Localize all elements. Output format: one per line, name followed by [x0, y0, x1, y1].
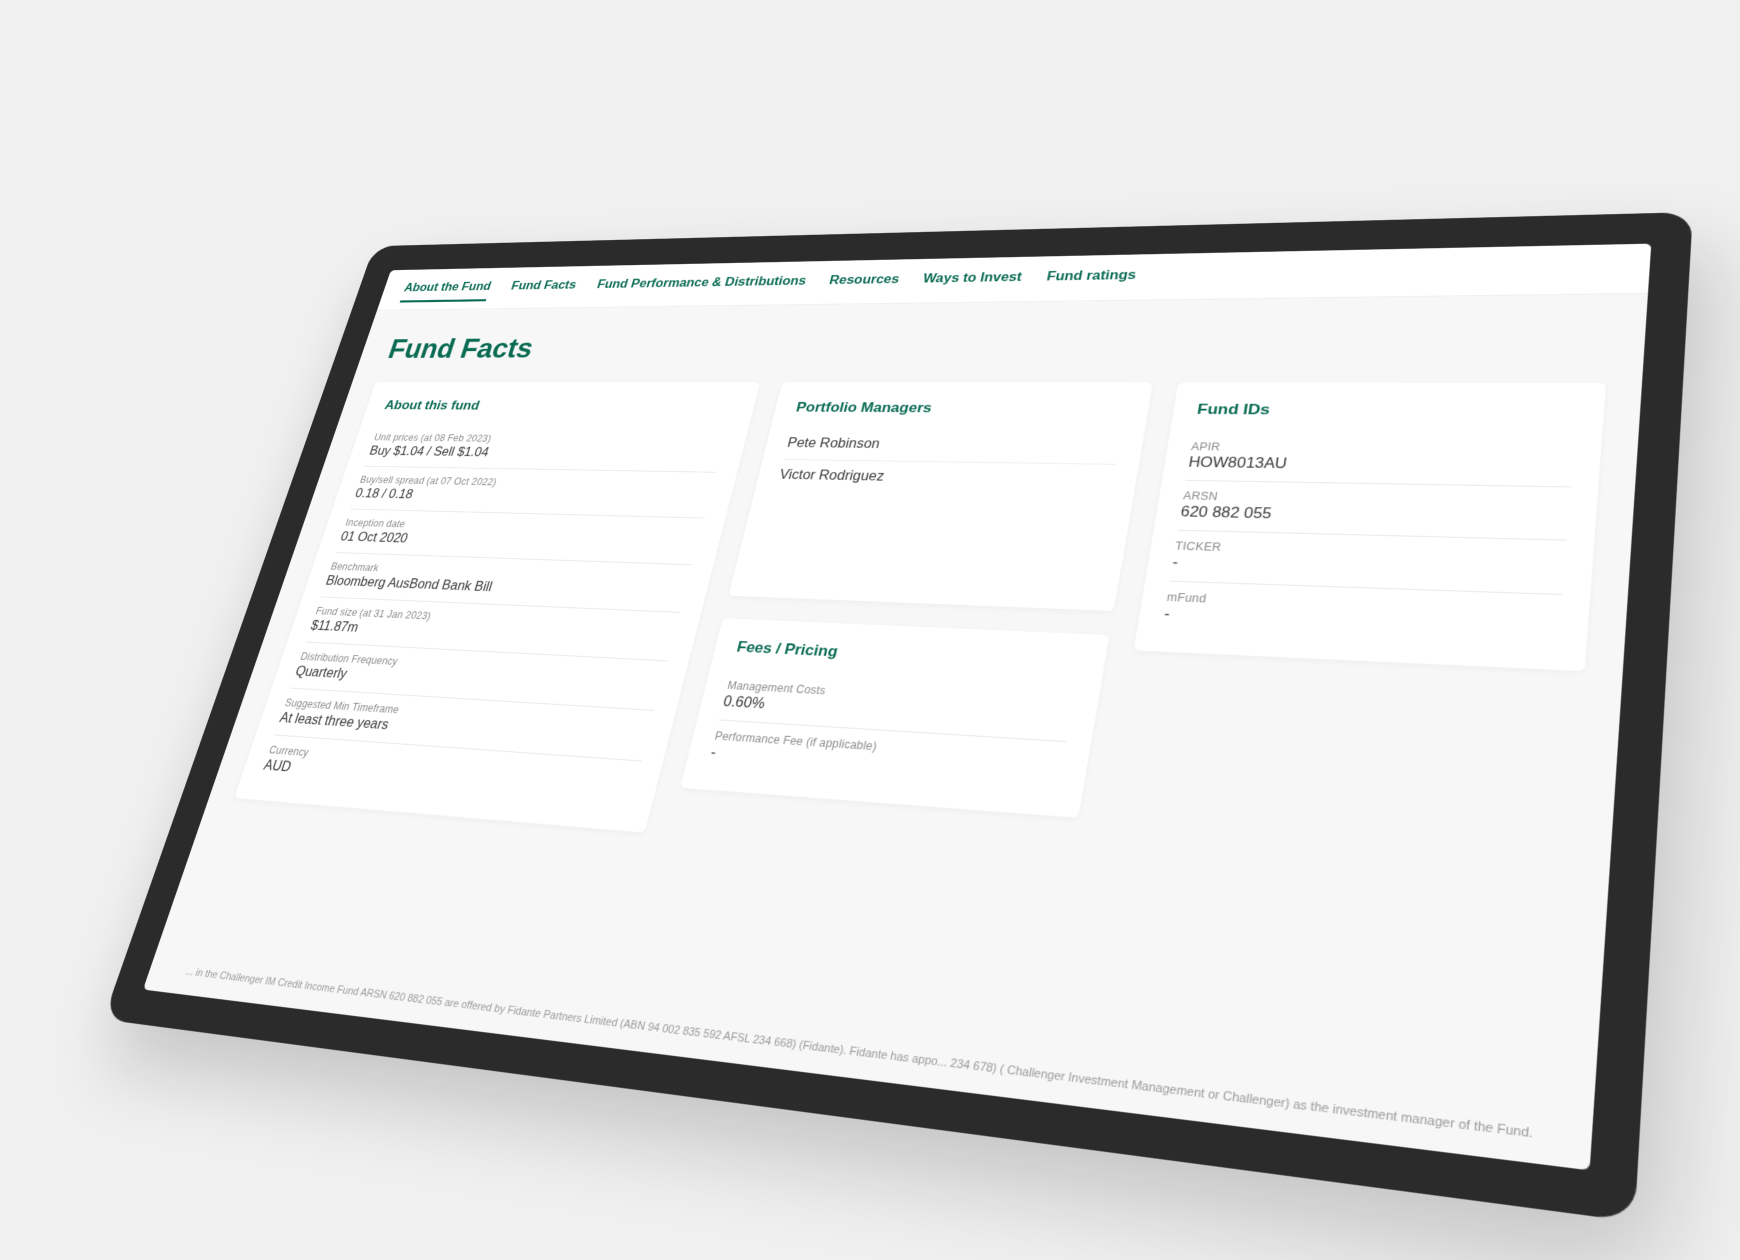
manager-name: Pete Robinson	[783, 428, 1121, 464]
card-heading: Portfolio Managers	[794, 400, 1126, 418]
cards-grid: About this fund Unit prices (at 08 Feb 2…	[234, 382, 1606, 910]
card-heading: Fund IDs	[1196, 401, 1578, 421]
card-fees-pricing: Fees / Pricing Management Costs 0.60% Pe…	[680, 618, 1109, 818]
tab-resources[interactable]: Resources	[826, 273, 901, 296]
card-heading: Fees / Pricing	[735, 638, 1082, 673]
row-apir: APIR HOW8013AU	[1186, 432, 1575, 487]
manager-name: Victor Rodriguez	[776, 460, 1116, 498]
content-area: Fund Facts About this fund Unit prices (…	[173, 294, 1648, 1053]
field-value: HOW8013AU	[1187, 455, 1573, 477]
tablet-frame: About the Fund Fund Facts Fund Performan…	[103, 212, 1693, 1222]
card-about-this-fund: About this fund Unit prices (at 08 Feb 2…	[234, 382, 760, 833]
card-heading: About this fund	[383, 398, 736, 415]
row-unit-prices: Unit prices (at 08 Feb 2023) Buy $1.04 /…	[365, 425, 729, 473]
card-portfolio-managers: Portfolio Managers Pete Robinson Victor …	[728, 382, 1153, 611]
tab-ways-to-invest[interactable]: Ways to Invest	[920, 271, 1023, 295]
page-title: Fund Facts	[384, 324, 1610, 365]
card-fund-ids: Fund IDs APIR HOW8013AU ARSN 620 882 055…	[1134, 382, 1606, 671]
screen: About the Fund Fund Facts Fund Performan…	[143, 244, 1651, 1171]
tab-fund-performance[interactable]: Fund Performance & Distributions	[593, 275, 808, 300]
field-label: APIR	[1190, 441, 1574, 458]
tab-fund-facts[interactable]: Fund Facts	[507, 279, 578, 301]
tab-fund-ratings[interactable]: Fund ratings	[1044, 269, 1138, 293]
tab-about-the-fund[interactable]: About the Fund	[400, 281, 493, 303]
field-value: Buy $1.04 / Sell $1.04	[367, 445, 722, 464]
